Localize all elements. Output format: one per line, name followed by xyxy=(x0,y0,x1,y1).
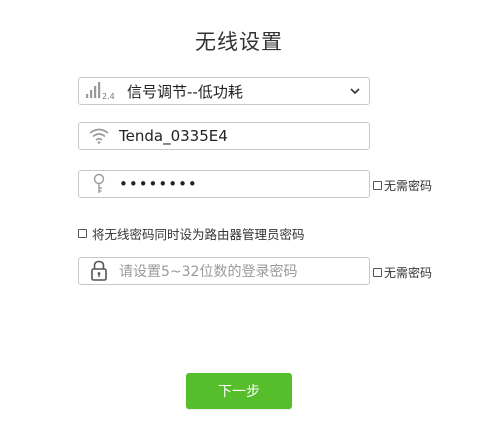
chevron-down-icon xyxy=(345,87,365,95)
login-no-password-checkbox[interactable] xyxy=(373,268,382,277)
key-icon xyxy=(79,171,119,197)
signal-strength-icon: 2.4 xyxy=(79,78,119,104)
lock-icon xyxy=(79,258,119,284)
ssid-value: Tenda_0335E4 xyxy=(119,127,228,145)
band-label: 2.4 xyxy=(102,92,115,101)
wifi-no-password-option[interactable]: 无需密码 xyxy=(373,177,432,194)
wifi-no-password-checkbox[interactable] xyxy=(373,181,382,190)
sync-admin-password-checkbox[interactable] xyxy=(78,229,87,238)
signal-mode-value: 信号调节--低功耗 xyxy=(127,82,243,101)
login-password-placeholder: 请设置5~32位数的登录密码 xyxy=(119,264,298,280)
wifi-no-password-label: 无需密码 xyxy=(384,179,433,193)
page-title: 无线设置 xyxy=(195,30,283,54)
wifi-password-value: •••••••• xyxy=(119,175,198,193)
next-button[interactable]: 下一步 xyxy=(186,373,292,409)
wifi-password-input[interactable]: •••••••• xyxy=(78,170,370,198)
sync-admin-password-label: 将无线密码同时设为路由器管理员密码 xyxy=(92,227,305,242)
login-no-password-label: 无需密码 xyxy=(384,266,433,280)
login-password-input[interactable]: 请设置5~32位数的登录密码 xyxy=(78,257,370,285)
wifi-icon xyxy=(79,123,119,149)
wireless-settings-page: 无线设置 2.4 信号调节--低功耗 Tenda_0335E4 ••••••••… xyxy=(0,0,500,435)
login-no-password-option[interactable]: 无需密码 xyxy=(373,264,432,281)
sync-admin-password-option[interactable]: 将无线密码同时设为路由器管理员密码 xyxy=(78,224,305,243)
signal-mode-select[interactable]: 2.4 信号调节--低功耗 xyxy=(78,77,370,105)
ssid-input[interactable]: Tenda_0335E4 xyxy=(78,122,370,150)
